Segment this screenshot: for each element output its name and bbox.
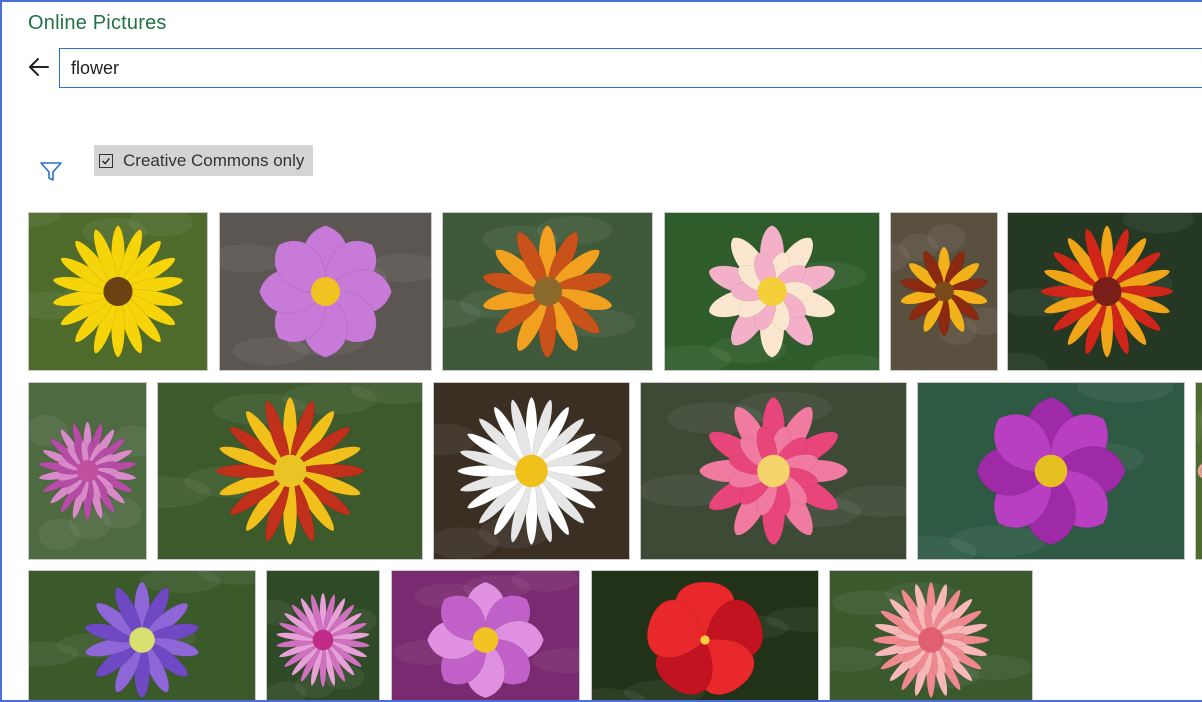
image-tile-orange-gazania[interactable]: [442, 212, 653, 371]
dialog-title: Online Pictures: [28, 12, 167, 34]
image-tile-pink-lotus[interactable]: [664, 212, 880, 371]
flower-image: [158, 383, 422, 559]
flower-image: [29, 213, 207, 370]
image-tile-pink-dahlia[interactable]: [1195, 382, 1202, 560]
image-tile-red-hibiscus[interactable]: [591, 570, 819, 700]
search-box[interactable]: [59, 48, 1202, 88]
image-tile-blue-anemone[interactable]: [28, 570, 256, 700]
image-tile-coral-dahlia[interactable]: [829, 570, 1033, 700]
creative-commons-label: Creative Commons only: [123, 150, 305, 170]
flower-image: [1008, 213, 1202, 370]
flower-image: [891, 213, 997, 370]
search-input[interactable]: [60, 49, 1202, 87]
online-pictures-dialog: Online Pictures Creative Commons only: [0, 0, 1202, 702]
image-tile-pink-gerbera[interactable]: [266, 570, 380, 700]
filter-icon: [40, 162, 62, 181]
image-tile-red-yellow-zinnia[interactable]: [1007, 212, 1202, 371]
back-arrow-icon: [29, 58, 49, 76]
back-button[interactable]: [24, 52, 54, 82]
flower-image: [29, 383, 146, 559]
image-tile-pink-camellia[interactable]: [640, 382, 907, 560]
flower-image: [830, 571, 1032, 700]
checkbox-icon[interactable]: [99, 153, 113, 168]
creative-commons-checkbox[interactable]: Creative Commons only: [94, 145, 313, 176]
flower-image: [434, 383, 629, 559]
filter-button[interactable]: [38, 158, 64, 184]
flower-image: [29, 571, 255, 700]
image-tile-yellow-sunflower[interactable]: [28, 212, 208, 371]
flower-image: [392, 571, 579, 700]
flower-image: [592, 571, 818, 700]
image-tile-purple-cosmos[interactable]: [917, 382, 1185, 560]
image-tile-white-daisy[interactable]: [433, 382, 630, 560]
flower-image: [918, 383, 1184, 559]
flower-image: [220, 213, 431, 370]
image-tile-striped-gazania[interactable]: [890, 212, 998, 371]
flower-image: [443, 213, 652, 370]
image-tile-red-yellow-gazania[interactable]: [157, 382, 423, 560]
flower-image: [665, 213, 879, 370]
image-tile-pink-dahlia-small[interactable]: [28, 382, 147, 560]
flower-image: [641, 383, 906, 559]
image-tile-cosmos-field[interactable]: [391, 570, 580, 700]
flower-image: [1196, 383, 1202, 559]
flower-image: [267, 571, 379, 700]
image-tile-pink-cosmos[interactable]: [219, 212, 432, 371]
